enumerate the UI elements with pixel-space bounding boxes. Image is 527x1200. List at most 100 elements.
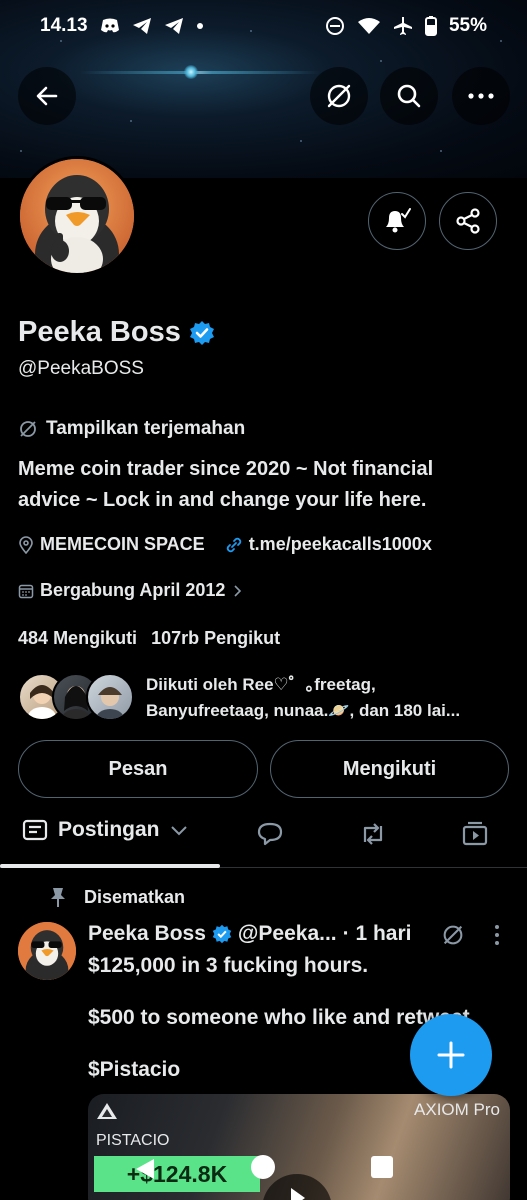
message-button[interactable]: Pesan: [18, 740, 258, 798]
pinned-indicator: Disematkan: [48, 886, 185, 908]
nav-home-button[interactable]: [251, 1155, 275, 1179]
penguin-avatar-image: [18, 922, 76, 980]
followed-by-line: Banyufreetaag, nunaa.🪐, dan 180 lai...: [146, 701, 461, 720]
following-label: Mengikuti: [53, 628, 138, 648]
share-button[interactable]: [439, 192, 497, 250]
nav-back-icon: [136, 1159, 154, 1179]
discord-icon: [100, 18, 120, 34]
followers-count: 107rb: [151, 628, 200, 648]
profile-name-row: Peeka Boss: [18, 316, 215, 349]
banner-glow-dot: [184, 65, 198, 79]
search-icon: [397, 84, 421, 108]
following-count: 484: [18, 628, 49, 648]
posts-list-icon: [22, 819, 48, 841]
more-vertical-icon: [495, 925, 499, 945]
post-text-line[interactable]: $Pistacio: [88, 1058, 180, 1082]
website-text[interactable]: t.me/peekacalls1000x: [249, 534, 432, 555]
banner-star: [440, 150, 442, 152]
pin-icon: [51, 888, 65, 907]
active-tab-indicator: [0, 864, 220, 868]
tab-media[interactable]: [461, 820, 489, 853]
compose-post-button[interactable]: [410, 1014, 492, 1096]
tab-replies[interactable]: [256, 820, 284, 853]
verified-badge-icon[interactable]: [189, 320, 215, 346]
show-translation-label: Tampilkan terjemahan: [46, 418, 246, 439]
plus-icon: [437, 1041, 465, 1069]
telegram-icon: [164, 17, 184, 35]
banner-star: [130, 120, 132, 122]
calendar-icon: [18, 584, 34, 598]
nav-back-button[interactable]: [132, 1156, 158, 1187]
post-author-avatar[interactable]: [18, 922, 76, 980]
tab-posts-label: Postingan: [58, 818, 160, 841]
media-brand-label: AXIOM Pro: [414, 1100, 500, 1119]
avatar: [86, 673, 134, 721]
following-button[interactable]: Mengikuti: [270, 740, 509, 798]
grok-icon: [20, 421, 36, 437]
link-icon: [226, 537, 241, 552]
show-translation-link[interactable]: Tampilkan terjemahan: [18, 418, 245, 440]
more-horizontal-icon: [468, 93, 494, 99]
penguin-avatar-image: [20, 159, 134, 273]
profile-bio: Meme coin trader since 2020 ~ Not financ…: [18, 454, 488, 516]
followed-by-row[interactable]: Diikuti oleh Ree♡゜｡freetag, Banyufreetaa…: [18, 672, 506, 724]
system-navigation-bar: [0, 1150, 527, 1200]
post-author-handle[interactable]: @Peeka...: [238, 922, 337, 946]
location-item: MEMECOIN SPACE: [18, 534, 205, 555]
profile-display-name: Peeka Boss: [18, 316, 181, 348]
bio-line: advice ~ Lock in and change your life he…: [18, 489, 427, 511]
profile-tabs: Postingan: [0, 806, 527, 868]
tab-posts[interactable]: Postingan: [22, 818, 188, 842]
chevron-down-icon: [170, 826, 187, 836]
tab-reposts[interactable]: [358, 820, 388, 853]
chevron-right-icon: [234, 584, 242, 597]
video-media-icon: [462, 821, 488, 846]
profile-meta-row: MEMECOIN SPACE t.me/peekacalls1000x: [18, 534, 432, 555]
battery-percent: 55%: [448, 15, 487, 36]
do-not-disturb-icon: [325, 16, 345, 36]
banner-star: [300, 140, 302, 142]
notifications-button[interactable]: [368, 192, 426, 250]
back-button[interactable]: [18, 67, 76, 125]
banner-glow-line: [80, 71, 320, 74]
post-grok-button[interactable]: [440, 922, 466, 953]
status-time: 14.13: [40, 15, 88, 36]
banner-star: [20, 150, 22, 152]
banner-star: [380, 60, 382, 62]
search-button[interactable]: [380, 67, 438, 125]
profile-avatar[interactable]: [17, 156, 137, 276]
website-link[interactable]: t.me/peekacalls1000x: [225, 534, 432, 555]
joined-date-row[interactable]: Bergabung April 2012: [18, 580, 243, 601]
pinned-label: Disematkan: [84, 886, 186, 907]
bell-check-icon: [386, 208, 411, 233]
post-author-name[interactable]: Peeka Boss: [88, 922, 206, 946]
followed-by-text: Diikuti oleh Ree♡゜｡freetag, Banyufreetaa…: [146, 672, 506, 724]
status-bar: 14.13 55%: [0, 0, 527, 52]
grok-button[interactable]: [310, 67, 368, 125]
more-options-button[interactable]: [452, 67, 510, 125]
followed-by-avatars: [18, 673, 134, 723]
media-token-label: PISTACIO: [96, 1132, 170, 1149]
follow-stats: 484 Mengikuti 107rb Pengikut: [18, 628, 280, 649]
battery-icon: [424, 16, 437, 36]
profile-handle: @PeekaBOSS: [18, 358, 144, 379]
post-time[interactable]: · 1 hari: [343, 922, 412, 946]
bio-line: Meme coin trader since 2020 ~ Not financ…: [18, 458, 434, 480]
post-text-line: $500 to someone who like and retweet: [88, 1006, 470, 1029]
post-header: Peeka Boss @Peeka... · 1 hari: [88, 922, 412, 946]
joined-date-text: Bergabung April 2012: [40, 580, 226, 600]
followers-label: Pengikut: [204, 628, 281, 648]
followers-stat[interactable]: 107rb Pengikut: [151, 628, 280, 649]
telegram-icon: [132, 17, 152, 35]
verified-badge-icon: [212, 924, 232, 944]
repost-icon: [363, 823, 383, 845]
location-text: MEMECOIN SPACE: [40, 534, 205, 554]
axiom-logo-icon: [97, 1103, 117, 1119]
reply-bubble-icon: [257, 822, 283, 846]
following-stat[interactable]: 484 Mengikuti: [18, 628, 137, 649]
grok-icon: [327, 84, 351, 108]
nav-recents-button[interactable]: [371, 1156, 393, 1178]
wifi-icon: [357, 17, 381, 35]
post-more-button[interactable]: [494, 924, 500, 951]
notification-dot-icon: [196, 22, 204, 30]
